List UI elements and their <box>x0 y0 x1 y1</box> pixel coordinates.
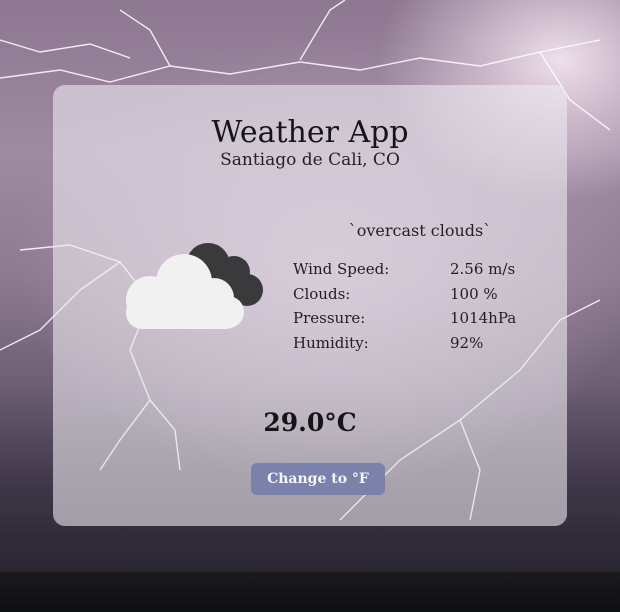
stat-value: 92% <box>450 333 484 352</box>
stat-label: Wind Speed: <box>293 260 390 279</box>
overcast-clouds-icon <box>126 243 263 329</box>
app-title: Weather App <box>211 115 409 150</box>
weather-description: `overcast clouds` <box>348 221 492 240</box>
stat-row-humidity: Humidity: 92% <box>293 331 533 356</box>
stat-row-pressure: Pressure: 1014hPa <box>293 306 533 331</box>
stat-row-wind-speed: Wind Speed: 2.56 m/s <box>293 257 533 282</box>
stat-label: Humidity: <box>293 333 369 352</box>
stat-label: Clouds: <box>293 284 351 303</box>
stat-value: 1014hPa <box>450 309 517 328</box>
stat-row-clouds: Clouds: 100 % <box>293 282 533 307</box>
stat-value: 100 % <box>450 284 498 303</box>
weather-stats: Wind Speed: 2.56 m/s Clouds: 100 % Press… <box>293 257 533 355</box>
horizon <box>0 572 620 612</box>
stat-label: Pressure: <box>293 309 366 328</box>
location-label: Santiago de Cali, CO <box>220 150 400 170</box>
change-unit-button[interactable]: Change to °F <box>251 463 385 495</box>
temperature-readout: 29.0°C <box>263 408 357 437</box>
stat-value: 2.56 m/s <box>450 260 516 279</box>
